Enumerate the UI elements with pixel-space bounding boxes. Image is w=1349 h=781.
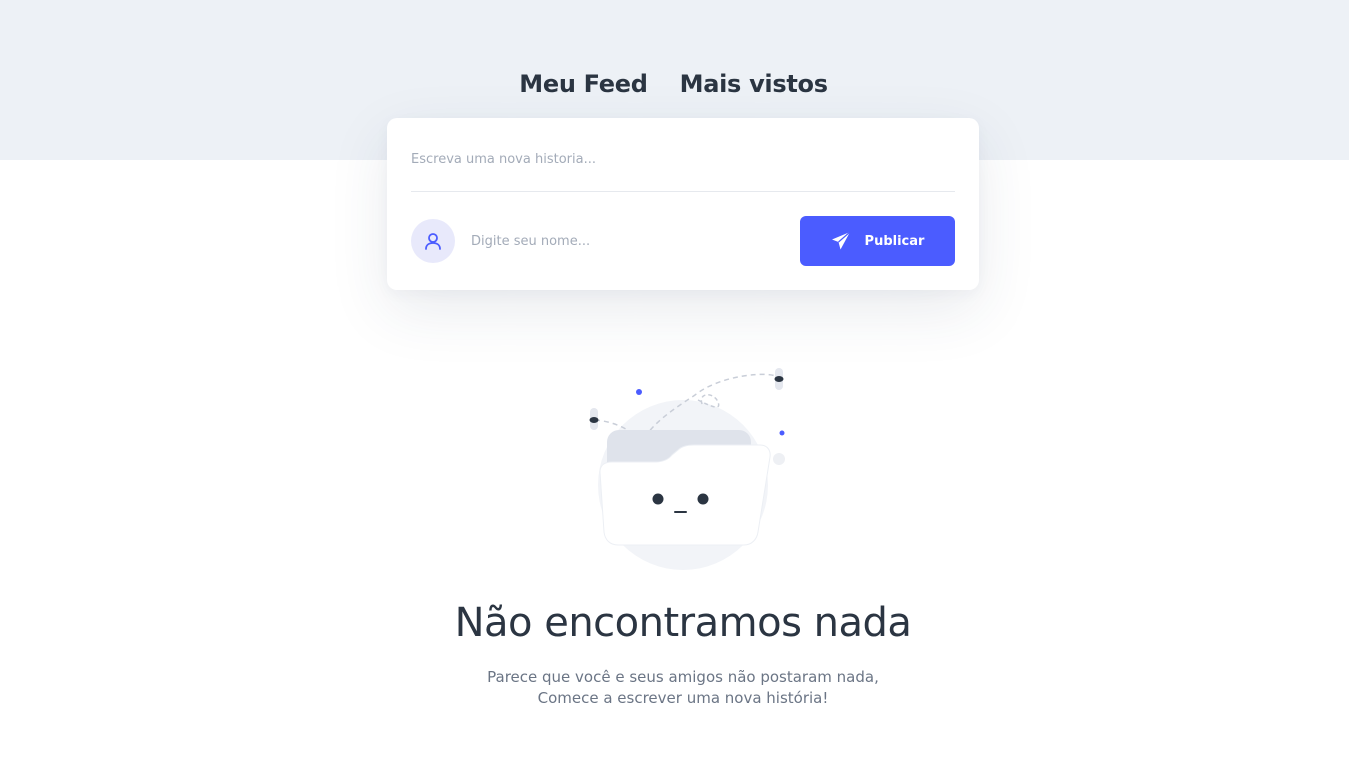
blue-dot-2: [779, 430, 785, 436]
publish-button[interactable]: Publicar: [800, 216, 955, 266]
folder-eye-right: [697, 493, 709, 505]
story-input[interactable]: [411, 142, 955, 176]
story-composer-card: Publicar: [387, 118, 979, 290]
soft-dot: [773, 453, 785, 465]
folder-eye-left: [652, 493, 664, 505]
empty-state-title: Não encontramos nada: [454, 600, 912, 646]
empty-state-line-2: Comece a escrever uma nova história!: [537, 689, 829, 707]
paper-plane-icon: [831, 231, 850, 250]
avatar: [411, 219, 455, 263]
dot-left: [589, 417, 599, 423]
user-icon: [425, 233, 441, 250]
publish-label: Publicar: [864, 233, 925, 249]
empty-state-line-1: Parece que você e seus amigos não postar…: [487, 668, 879, 686]
name-input[interactable]: [471, 225, 771, 257]
folder-mouth: [674, 511, 687, 513]
blue-dot-1: [636, 389, 642, 395]
tab-meu-feed[interactable]: Meu Feed: [519, 70, 648, 98]
feed-tabs: Meu Feed Mais vistos: [0, 70, 1349, 98]
empty-folder-illustration: [589, 368, 785, 570]
dot-right: [774, 376, 784, 382]
tab-mais-vistos[interactable]: Mais vistos: [680, 70, 828, 98]
composer-divider: [411, 191, 955, 192]
